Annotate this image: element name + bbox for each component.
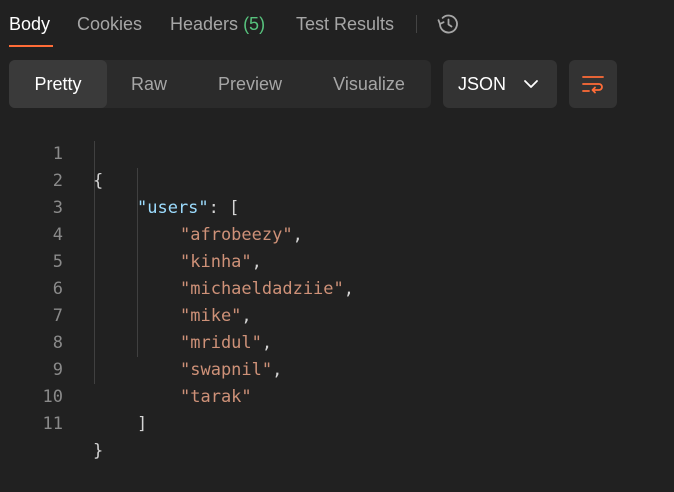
- tab-headers-label: Headers: [170, 14, 239, 34]
- code-line: 8 "swapnil",: [0, 303, 674, 380]
- close-bracket: ]: [137, 414, 148, 434]
- code-line: 5 "michaeldadziie",: [0, 222, 674, 299]
- code-line: 9 "tarak": [0, 330, 674, 407]
- tab-body[interactable]: Body: [9, 12, 50, 36]
- code-line: 1 {: [0, 114, 674, 191]
- tab-headers[interactable]: Headers (5): [170, 12, 265, 36]
- code-line: 2 "users": [: [0, 141, 674, 218]
- tab-divider: [416, 15, 417, 33]
- tab-cookies[interactable]: Cookies: [77, 12, 142, 36]
- view-mode-visualize[interactable]: Visualize: [309, 60, 429, 108]
- view-mode-pretty[interactable]: Pretty: [9, 60, 107, 108]
- format-select[interactable]: JSON: [443, 60, 557, 108]
- view-mode-preview[interactable]: Preview: [191, 60, 309, 108]
- code-line: 11 }: [0, 384, 674, 461]
- view-mode-raw[interactable]: Raw: [107, 60, 191, 108]
- response-toolbar: Pretty Raw Preview Visualize JSON: [0, 60, 674, 108]
- format-select-value: JSON: [458, 74, 507, 94]
- headers-count-badge: (5): [243, 14, 266, 34]
- json-response-editor[interactable]: 1 { 2 "users": [ 3 "afrobeezy", 4 "kinha…: [0, 114, 674, 461]
- chevron-down-icon: [524, 80, 538, 88]
- code-line: 3 "afrobeezy",: [0, 168, 674, 245]
- text-wrap-icon: [582, 76, 604, 94]
- history-icon[interactable]: [435, 11, 461, 37]
- code-line: 4 "kinha",: [0, 195, 674, 272]
- code-line: 10 ]: [0, 357, 674, 434]
- code-line: 6 "mike",: [0, 249, 674, 326]
- close-brace: }: [93, 441, 104, 461]
- tab-test-results[interactable]: Test Results: [296, 12, 394, 36]
- view-mode-segmented: Pretty Raw Preview Visualize: [9, 60, 431, 108]
- line-number: 11: [42, 414, 63, 434]
- response-tabs: Body Cookies Headers (5) Test Results: [0, 0, 674, 48]
- code-line: 7 "mridul",: [0, 276, 674, 353]
- text-wrap-button[interactable]: [569, 60, 617, 108]
- active-tab-indicator: [9, 45, 53, 47]
